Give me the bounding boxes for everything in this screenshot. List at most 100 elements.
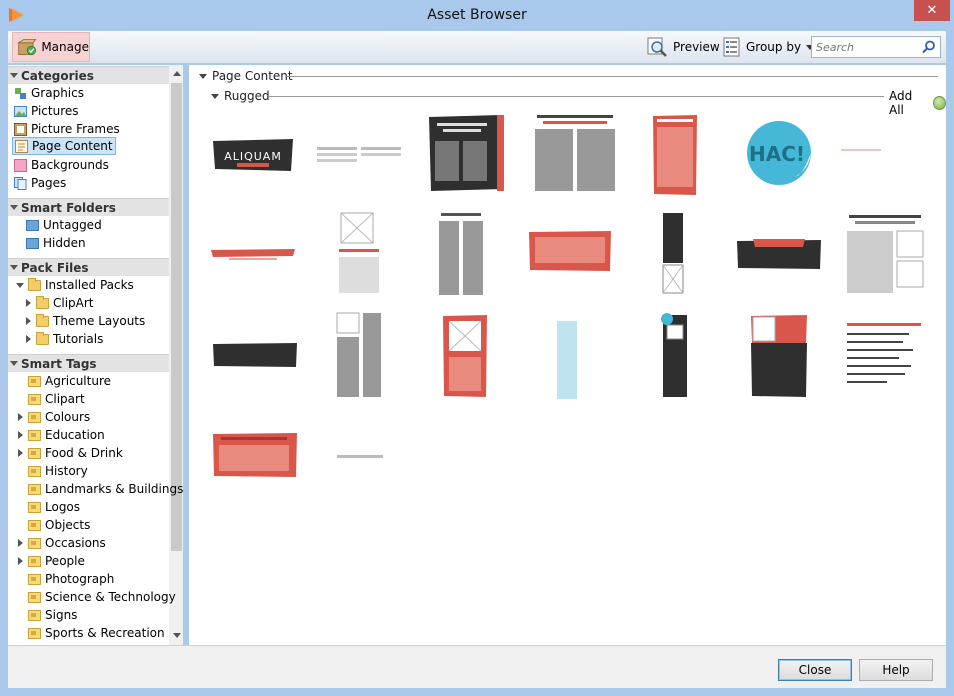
categories-title: Categories: [21, 68, 94, 83]
smart-tag-item[interactable]: Signs: [16, 606, 77, 624]
smart-tag-item[interactable]: Occasions: [16, 534, 106, 552]
asset-thumbnail[interactable]: [659, 311, 691, 399]
smart-folders-header[interactable]: Smart Folders: [8, 198, 169, 216]
smart-tag-item[interactable]: Objects: [16, 516, 90, 534]
tag-folder-icon: [28, 519, 41, 531]
smart-tag-item[interactable]: Clipart: [16, 390, 85, 408]
smart-tag-item[interactable]: Logos: [16, 498, 80, 516]
smart-tag-item[interactable]: History: [16, 462, 88, 480]
asset-thumbnail[interactable]: [209, 247, 297, 261]
search-icon[interactable]: [922, 40, 936, 54]
asset-thumbnail[interactable]: [441, 313, 489, 399]
group-by-button[interactable]: Group by: [723, 35, 815, 59]
asset-thumbnail[interactable]: [839, 147, 883, 155]
add-all-icon: [932, 96, 946, 110]
expand-triangle-icon[interactable]: [16, 282, 24, 288]
smart-tag-item[interactable]: Agriculture: [16, 372, 111, 390]
smart-tag-item[interactable]: Colours: [16, 408, 90, 426]
asset-thumbnail[interactable]: [735, 237, 823, 271]
manage-button[interactable]: Manage: [12, 32, 90, 62]
asset-thumbnail[interactable]: [437, 211, 485, 297]
expand-triangle-icon[interactable]: [25, 317, 31, 325]
category-item-graphics[interactable]: Graphics: [14, 84, 84, 102]
asset-thumbnail[interactable]: [661, 211, 685, 297]
smart-tag-item[interactable]: People: [16, 552, 85, 570]
category-item-pages[interactable]: Pages: [14, 174, 66, 192]
pack-label: ClipArt: [53, 296, 94, 310]
smart-tag-item[interactable]: Photograph: [16, 570, 114, 588]
help-button[interactable]: Help: [859, 659, 933, 681]
category-item-page-content[interactable]: Page Content: [12, 137, 116, 155]
smart-tags-title: Smart Tags: [21, 356, 97, 371]
window-close-button[interactable]: ✕: [914, 0, 950, 21]
categories-header[interactable]: Categories: [8, 66, 169, 84]
smart-tag-label: Science & Technology: [45, 590, 176, 604]
asset-thumbnail[interactable]: [211, 431, 299, 479]
pack-label: Theme Layouts: [53, 314, 146, 328]
tag-folder-icon: [28, 537, 41, 549]
asset-browser-window: Asset Browser ✕ Manage Preview Group by …: [0, 0, 954, 696]
smart-tag-item[interactable]: Science & Technology: [16, 588, 176, 606]
asset-thumbnail[interactable]: [531, 113, 619, 193]
asset-thumbnail[interactable]: [211, 341, 299, 369]
pack-tutorials[interactable]: Tutorials: [24, 330, 103, 348]
asset-thumbnail[interactable]: [335, 311, 383, 399]
search-input[interactable]: [812, 37, 917, 57]
smart-tag-item[interactable]: Landmarks & Buildings: [16, 480, 183, 498]
pack-clipart[interactable]: ClipArt: [24, 294, 94, 312]
tag-folder-icon: [28, 393, 41, 405]
smart-tag-label: Logos: [45, 500, 81, 514]
asset-thumbnail[interactable]: [315, 145, 405, 165]
smart-tag-item[interactable]: Food & Drink: [16, 444, 123, 462]
expand-triangle-icon[interactable]: [17, 539, 23, 547]
smart-folder-hidden[interactable]: Hidden: [26, 234, 86, 252]
scroll-up-arrow[interactable]: [169, 66, 183, 82]
smart-tag-label: Clipart: [45, 392, 85, 406]
add-all-button[interactable]: Add All: [889, 89, 946, 117]
collapse-triangle-icon: [10, 205, 18, 210]
search-box: [811, 36, 941, 58]
smart-folder-untagged[interactable]: Untagged: [26, 216, 102, 234]
pack-theme-layouts[interactable]: Theme Layouts: [24, 312, 145, 330]
close-button[interactable]: Close: [778, 659, 852, 681]
asset-thumbnail[interactable]: [845, 213, 925, 297]
expand-triangle-icon[interactable]: [17, 431, 23, 439]
smart-tags-header[interactable]: Smart Tags: [8, 354, 169, 372]
asset-grid-panel: Page Content Rugged Add All ALIQUAM HAC!: [189, 65, 946, 645]
expand-triangle-icon[interactable]: [17, 449, 23, 457]
asset-thumbnail[interactable]: [335, 453, 385, 461]
group-header-page-content[interactable]: Page Content: [199, 69, 293, 83]
asset-thumbnail[interactable]: [749, 313, 809, 399]
scroll-down-arrow[interactable]: [169, 628, 183, 644]
expand-triangle-icon[interactable]: [17, 413, 23, 421]
pack-installed-packs[interactable]: Installed Packs: [16, 276, 134, 294]
expand-triangle-icon[interactable]: [25, 335, 31, 343]
expand-triangle-icon[interactable]: [25, 299, 31, 307]
smart-tag-label: People: [45, 554, 85, 568]
smart-tag-item[interactable]: Education: [16, 426, 105, 444]
add-all-label: Add All: [889, 89, 913, 117]
tag-folder-icon: [28, 627, 41, 639]
category-item-picture-frames[interactable]: Picture Frames: [14, 120, 120, 138]
asset-thumbnail[interactable]: [845, 321, 925, 391]
title-bar: Asset Browser ✕: [0, 0, 954, 31]
category-label: Page Content: [32, 139, 113, 153]
graphics-icon: [15, 87, 26, 99]
expand-triangle-icon[interactable]: [17, 557, 23, 565]
asset-thumbnail[interactable]: ALIQUAM: [211, 137, 295, 173]
smart-tag-item[interactable]: Sports & Recreation: [16, 624, 165, 642]
asset-thumbnail[interactable]: [555, 319, 579, 401]
asset-thumbnail[interactable]: HAC!: [745, 119, 815, 189]
preview-button[interactable]: Preview: [646, 35, 720, 59]
smart-tag-label: Sports & Recreation: [45, 626, 165, 640]
category-item-backgrounds[interactable]: Backgrounds: [14, 156, 109, 174]
category-item-pictures[interactable]: Pictures: [14, 102, 79, 120]
asset-thumbnail[interactable]: [427, 113, 507, 193]
smart-folder-label: Hidden: [43, 236, 86, 250]
asset-thumbnail[interactable]: [651, 113, 699, 197]
asset-thumbnail[interactable]: [527, 229, 613, 273]
asset-thumbnail[interactable]: [335, 211, 383, 297]
collapse-triangle-icon: [10, 73, 18, 78]
subgroup-header-rugged[interactable]: Rugged: [211, 89, 270, 103]
pack-files-header[interactable]: Pack Files: [8, 258, 169, 276]
